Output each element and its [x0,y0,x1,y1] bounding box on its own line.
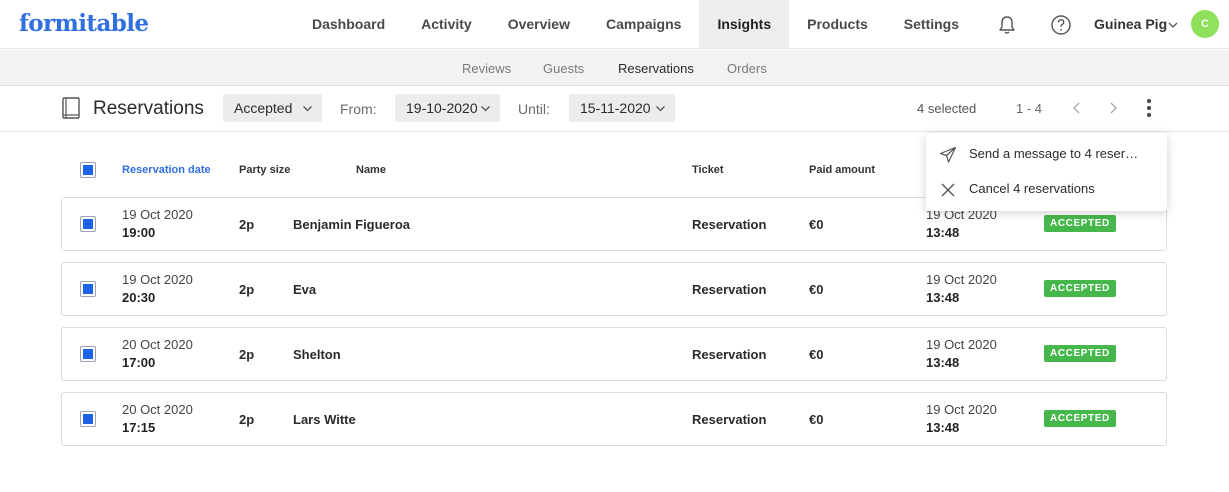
reservation-date: 20 Oct 2020 [122,402,193,417]
table-row[interactable]: 20 Oct 2020 17:00 2p Shelton Reservation… [61,327,1167,381]
row-checkbox[interactable] [80,346,96,362]
reservation-time: 19:00 [122,225,156,240]
nav-tab-activity[interactable]: Activity [403,0,490,48]
until-date-value: 15-11-2020 [580,100,651,116]
party-size: 2p [239,282,255,297]
avatar[interactable]: C [1191,10,1219,38]
header-paid-amount[interactable]: Paid amount [809,164,875,176]
until-label: Until: [518,101,550,117]
status-badge: ACCEPTED [1044,280,1116,297]
created-date: 19 Oct 2020 [926,402,997,417]
status-filter-value: Accepted [234,100,293,116]
guest-name: Benjamin Figueroa [293,217,411,232]
chevron-left-icon[interactable] [1070,100,1084,116]
party-size: 2p [239,412,255,427]
menu-item-label: Cancel 4 reservations [969,181,1095,196]
party-size: 2p [239,347,255,362]
bell-icon[interactable] [996,14,1018,36]
guest-name: Shelton [293,347,341,362]
book-icon [62,97,80,119]
main-nav: Dashboard Activity Overview Campaigns In… [294,0,977,48]
from-label: From: [340,101,377,117]
menu-item-cancel[interactable]: Cancel 4 reservations [926,172,1167,206]
row-checkbox[interactable] [80,216,96,232]
until-date-select[interactable]: 15-11-2020 [569,94,675,122]
ticket-type: Reservation [692,412,767,427]
nav-tab-dashboard[interactable]: Dashboard [294,0,403,48]
reservation-date: 20 Oct 2020 [122,337,193,352]
top-navbar: formitable Dashboard Activity Overview C… [0,0,1229,49]
table-row[interactable]: 20 Oct 2020 17:15 2p Lars Witte Reservat… [61,392,1167,446]
reservation-date: 19 Oct 2020 [122,207,193,222]
ticket-type: Reservation [692,282,767,297]
chevron-down-icon [656,106,665,112]
subtab-reservations[interactable]: Reservations [618,61,694,76]
paid-amount: €0 [809,412,824,427]
status-filter-select[interactable]: Accepted [223,94,322,122]
subtab-guests[interactable]: Guests [543,61,584,76]
nav-tab-settings[interactable]: Settings [886,0,977,48]
status-badge: ACCEPTED [1044,215,1116,232]
created-date: 19 Oct 2020 [926,337,997,352]
created-time: 13:48 [926,355,960,370]
nav-tab-insights[interactable]: Insights [699,0,790,48]
ticket-type: Reservation [692,217,767,232]
chevron-right-icon[interactable] [1106,100,1120,116]
chevron-down-icon [303,106,312,112]
menu-item-send-message[interactable]: Send a message to 4 reser… [926,137,1167,171]
header-party-size[interactable]: Party size [239,164,290,176]
pagination-range: 1 - 4 [1016,101,1043,116]
reservation-date: 19 Oct 2020 [122,272,193,287]
help-icon[interactable] [1050,14,1072,36]
reservation-time: 20:30 [122,290,156,305]
paid-amount: €0 [809,282,824,297]
header-reservation-date[interactable]: Reservation date [122,164,211,176]
select-all-checkbox[interactable] [80,162,96,178]
more-options-icon[interactable] [1142,97,1156,119]
status-badge: ACCEPTED [1044,345,1116,362]
subtab-reviews[interactable]: Reviews [462,61,511,76]
party-size: 2p [239,217,255,232]
ticket-type: Reservation [692,347,767,362]
table-row[interactable]: 19 Oct 2020 20:30 2p Eva Reservation €0 … [61,262,1167,316]
created-time: 13:48 [926,420,960,435]
row-checkbox[interactable] [80,411,96,427]
nav-tab-products[interactable]: Products [789,0,886,48]
header-name[interactable]: Name [356,164,386,176]
close-icon [941,183,955,197]
menu-item-label: Send a message to 4 reser… [969,146,1139,161]
subtab-orders[interactable]: Orders [727,61,767,76]
guest-name: Eva [293,282,317,297]
paid-amount: €0 [809,217,824,232]
created-time: 13:48 [926,290,960,305]
created-time: 13:48 [926,225,960,240]
row-checkbox[interactable] [80,281,96,297]
from-date-value: 19-10-2020 [406,100,478,116]
status-badge: ACCEPTED [1044,410,1116,427]
reservation-time: 17:15 [122,420,156,435]
nav-tab-overview[interactable]: Overview [490,0,588,48]
sub-navbar: Reviews Guests Reservations Orders [0,50,1229,86]
toolbar: Reservations Accepted From: 19-10-2020 U… [0,86,1229,132]
reservation-time: 17:00 [122,355,156,370]
app-logo[interactable]: formitable [19,10,149,37]
user-name[interactable]: Guinea Pig [1094,16,1167,32]
guest-name: Lars Witte [293,412,356,427]
chevron-down-icon [481,106,490,112]
created-date: 19 Oct 2020 [926,272,997,287]
nav-tab-campaigns[interactable]: Campaigns [588,0,699,48]
send-icon [939,146,957,163]
paid-amount: €0 [809,347,824,362]
selected-count: 4 selected [917,101,977,116]
header-ticket[interactable]: Ticket [692,164,724,176]
page-title: Reservations [93,98,204,119]
bulk-actions-menu: Send a message to 4 reser… Cancel 4 rese… [926,133,1167,211]
chevron-down-icon[interactable] [1167,19,1179,31]
from-date-select[interactable]: 19-10-2020 [395,94,500,122]
